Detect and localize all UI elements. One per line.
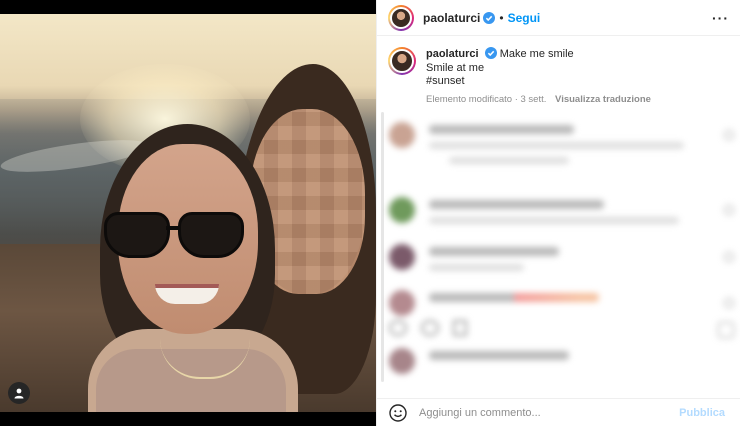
publish-button[interactable]: Pubblica bbox=[679, 407, 725, 419]
comment-input[interactable] bbox=[419, 406, 669, 419]
caption-author-avatar[interactable] bbox=[388, 47, 416, 75]
photo-smile bbox=[155, 284, 219, 304]
blurred-comments bbox=[377, 112, 740, 398]
post-photo[interactable] bbox=[0, 14, 376, 412]
caption-hashtag[interactable]: #sunset bbox=[426, 75, 651, 89]
post-caption: paolaturci Make me smile Smile at me #su… bbox=[388, 47, 728, 106]
author-username[interactable]: paolaturci bbox=[423, 11, 480, 25]
follow-button[interactable]: Segui bbox=[508, 11, 541, 25]
photo-sunglasses bbox=[104, 212, 246, 260]
caption-author-username[interactable]: paolaturci bbox=[426, 48, 479, 60]
caption-meta: Elemento modificato · 3 sett. bbox=[426, 93, 547, 105]
comment-row bbox=[389, 320, 734, 338]
translate-link[interactable]: Visualizza traduzione bbox=[555, 94, 651, 105]
separator-dot: • bbox=[499, 10, 504, 25]
caption-line-1: Make me smile bbox=[499, 48, 574, 60]
post-photo-pane bbox=[0, 0, 376, 426]
caption-verified-badge-icon bbox=[484, 47, 497, 59]
post-details-pane: paolaturci • Segui ··· paolaturci Make m… bbox=[376, 0, 740, 426]
verified-badge-icon bbox=[483, 11, 496, 24]
top-black-bar bbox=[0, 0, 376, 14]
author-avatar[interactable] bbox=[388, 4, 414, 31]
post-header: paolaturci • Segui ··· bbox=[377, 0, 740, 36]
comment-row bbox=[389, 122, 734, 164]
comment-row bbox=[389, 244, 734, 271]
tagged-users-icon[interactable] bbox=[8, 382, 30, 404]
caption-line-2: Smile at me bbox=[426, 61, 485, 74]
comment-row bbox=[389, 197, 734, 224]
comment-row bbox=[389, 290, 734, 316]
comment-composer: Pubblica bbox=[377, 398, 740, 426]
comment-row bbox=[389, 348, 734, 374]
more-options-icon[interactable]: ··· bbox=[712, 10, 729, 26]
smiley-icon[interactable] bbox=[389, 403, 407, 422]
